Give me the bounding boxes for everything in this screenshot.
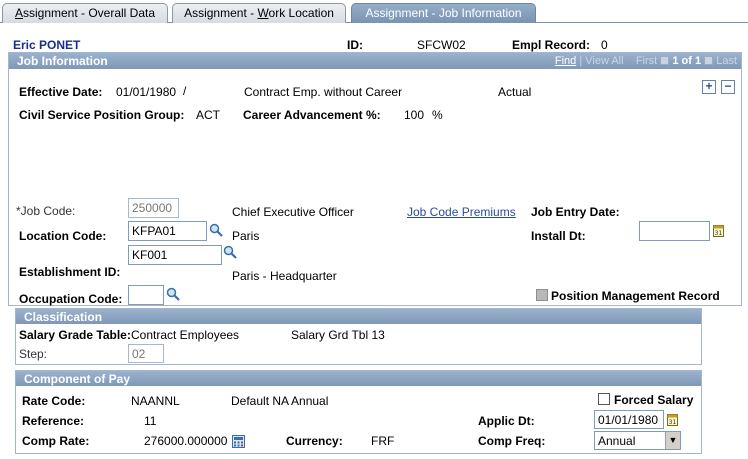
location-code-input[interactable]: KFPA01 <box>128 221 207 241</box>
comp-freq-label: Comp Freq: <box>478 434 546 448</box>
reference-label: Reference: <box>22 414 85 428</box>
salary-grade-value: Contract Employees <box>131 328 240 342</box>
forced-salary-label: Forced Salary <box>614 393 694 407</box>
location-description: Paris <box>232 229 260 243</box>
view-all-link[interactable]: View All <box>585 55 623 67</box>
occupation-lookup-icon[interactable] <box>166 287 180 301</box>
effective-date-label: Effective Date: <box>19 85 103 99</box>
svg-text:31: 31 <box>669 419 677 426</box>
career-advancement-unit: % <box>432 108 443 122</box>
empl-record-value: 0 <box>601 38 608 52</box>
contract-type: Contract Emp. without Career <box>244 85 403 99</box>
tab-job-information[interactable]: Assignment - Job Information <box>351 3 536 23</box>
job-information-header: Job Information Find | View All First 1 … <box>9 53 741 69</box>
position-management-checkbox <box>536 289 548 301</box>
csp-group-value: ACT <box>196 108 220 122</box>
effective-date-value: 01/01/1980 <box>116 85 177 99</box>
salary-grade-label: Salary Grade Table: <box>19 328 131 342</box>
rate-code-description: Default NA Annual <box>231 394 329 408</box>
next-arrow-icon[interactable] <box>704 56 714 65</box>
tab-overall-data-label: Assignment - Overall Data <box>14 6 156 20</box>
tab-work-location-label: Assignment - Work Location <box>184 6 334 20</box>
career-advancement-label: Career Advancement %: <box>243 108 381 122</box>
reference-value: 11 <box>144 414 157 428</box>
first-link[interactable]: First <box>636 55 657 67</box>
component-of-pay-header: Component of Pay <box>16 371 701 386</box>
calculator-icon[interactable] <box>232 435 246 448</box>
row-navigation: Find | View All First 1 of 1 Last <box>554 55 737 67</box>
establishment-description: Paris - Headquarter <box>232 269 337 283</box>
currency-value: FRF <box>371 434 395 448</box>
forced-salary-checkbox[interactable] <box>598 393 610 405</box>
position-management-label: Position Management Record <box>551 289 720 303</box>
job-information-title: Job Information <box>17 54 108 68</box>
chevron-down-icon[interactable]: ▼ <box>665 432 680 449</box>
install-dt-input[interactable] <box>639 221 710 241</box>
step-field: 02 <box>128 344 164 363</box>
job-code-premiums-link[interactable]: Job Code Premiums <box>407 205 516 219</box>
location-code-label: Location Code: <box>19 229 107 243</box>
action-status: Actual <box>498 85 532 99</box>
job-code-field: 250000 <box>128 198 179 218</box>
job-entry-date-label: Job Entry Date: <box>531 205 620 219</box>
tab-overall-data[interactable]: Assignment - Overall Data <box>2 3 168 23</box>
comp-rate-label: Comp Rate: <box>22 434 90 448</box>
delete-row-button[interactable]: − <box>721 80 735 94</box>
classification-header: Classification <box>16 309 701 324</box>
comp-freq-selected: Annual <box>598 434 636 448</box>
rate-code-value: NAANNL <box>131 394 180 408</box>
step-label: Step: <box>19 347 48 361</box>
comp-rate-value: 276000.000000 <box>144 434 228 448</box>
applic-dt-label: Applic Dt: <box>478 414 535 428</box>
tab-job-information-label: Assignment - Job Information <box>365 6 522 20</box>
rate-code-label: Rate Code: <box>22 394 86 408</box>
find-link[interactable]: Find <box>555 55 576 67</box>
empl-record-label: Empl Record: <box>512 38 591 52</box>
establishment-id-label: Establishment ID: <box>19 265 121 279</box>
occupation-code-input[interactable] <box>128 285 164 305</box>
last-link[interactable]: Last <box>716 55 737 67</box>
id-value: SFCW02 <box>417 38 466 52</box>
row-count: 1 of 1 <box>672 55 702 67</box>
effective-sequence: / <box>183 84 187 98</box>
job-code-label: *Job Code: <box>16 204 76 218</box>
install-dt-calendar-icon[interactable]: 31 <box>713 224 724 237</box>
comp-freq-select[interactable]: Annual ▼ <box>594 431 681 450</box>
component-of-pay-title: Component of Pay <box>24 372 131 386</box>
job-code-description: Chief Executive Officer <box>232 205 354 219</box>
establishment-lookup-icon[interactable] <box>223 245 237 259</box>
career-advancement-value: 100 <box>404 108 425 122</box>
add-row-button[interactable]: + <box>702 80 716 94</box>
prev-arrow-icon[interactable] <box>660 56 670 65</box>
applic-dt-input[interactable]: 01/01/1980 <box>594 410 664 429</box>
establishment-id-input[interactable]: KF001 <box>128 245 222 265</box>
applic-dt-calendar-icon[interactable]: 31 <box>667 413 678 426</box>
currency-label: Currency: <box>286 434 343 448</box>
location-lookup-icon[interactable] <box>209 223 223 237</box>
salary-grade-table: Salary Grd Tbl 13 <box>291 328 385 342</box>
classification-title: Classification <box>24 310 103 324</box>
svg-text:31: 31 <box>715 230 723 237</box>
tab-work-location[interactable]: Assignment - Work Location <box>172 3 346 23</box>
install-dt-label: Install Dt: <box>531 229 586 243</box>
employee-name: Eric PONET <box>13 38 81 52</box>
occupation-code-label: Occupation Code: <box>19 292 123 306</box>
csp-group-label: Civil Service Position Group: <box>19 108 185 122</box>
id-label: ID: <box>347 38 363 52</box>
